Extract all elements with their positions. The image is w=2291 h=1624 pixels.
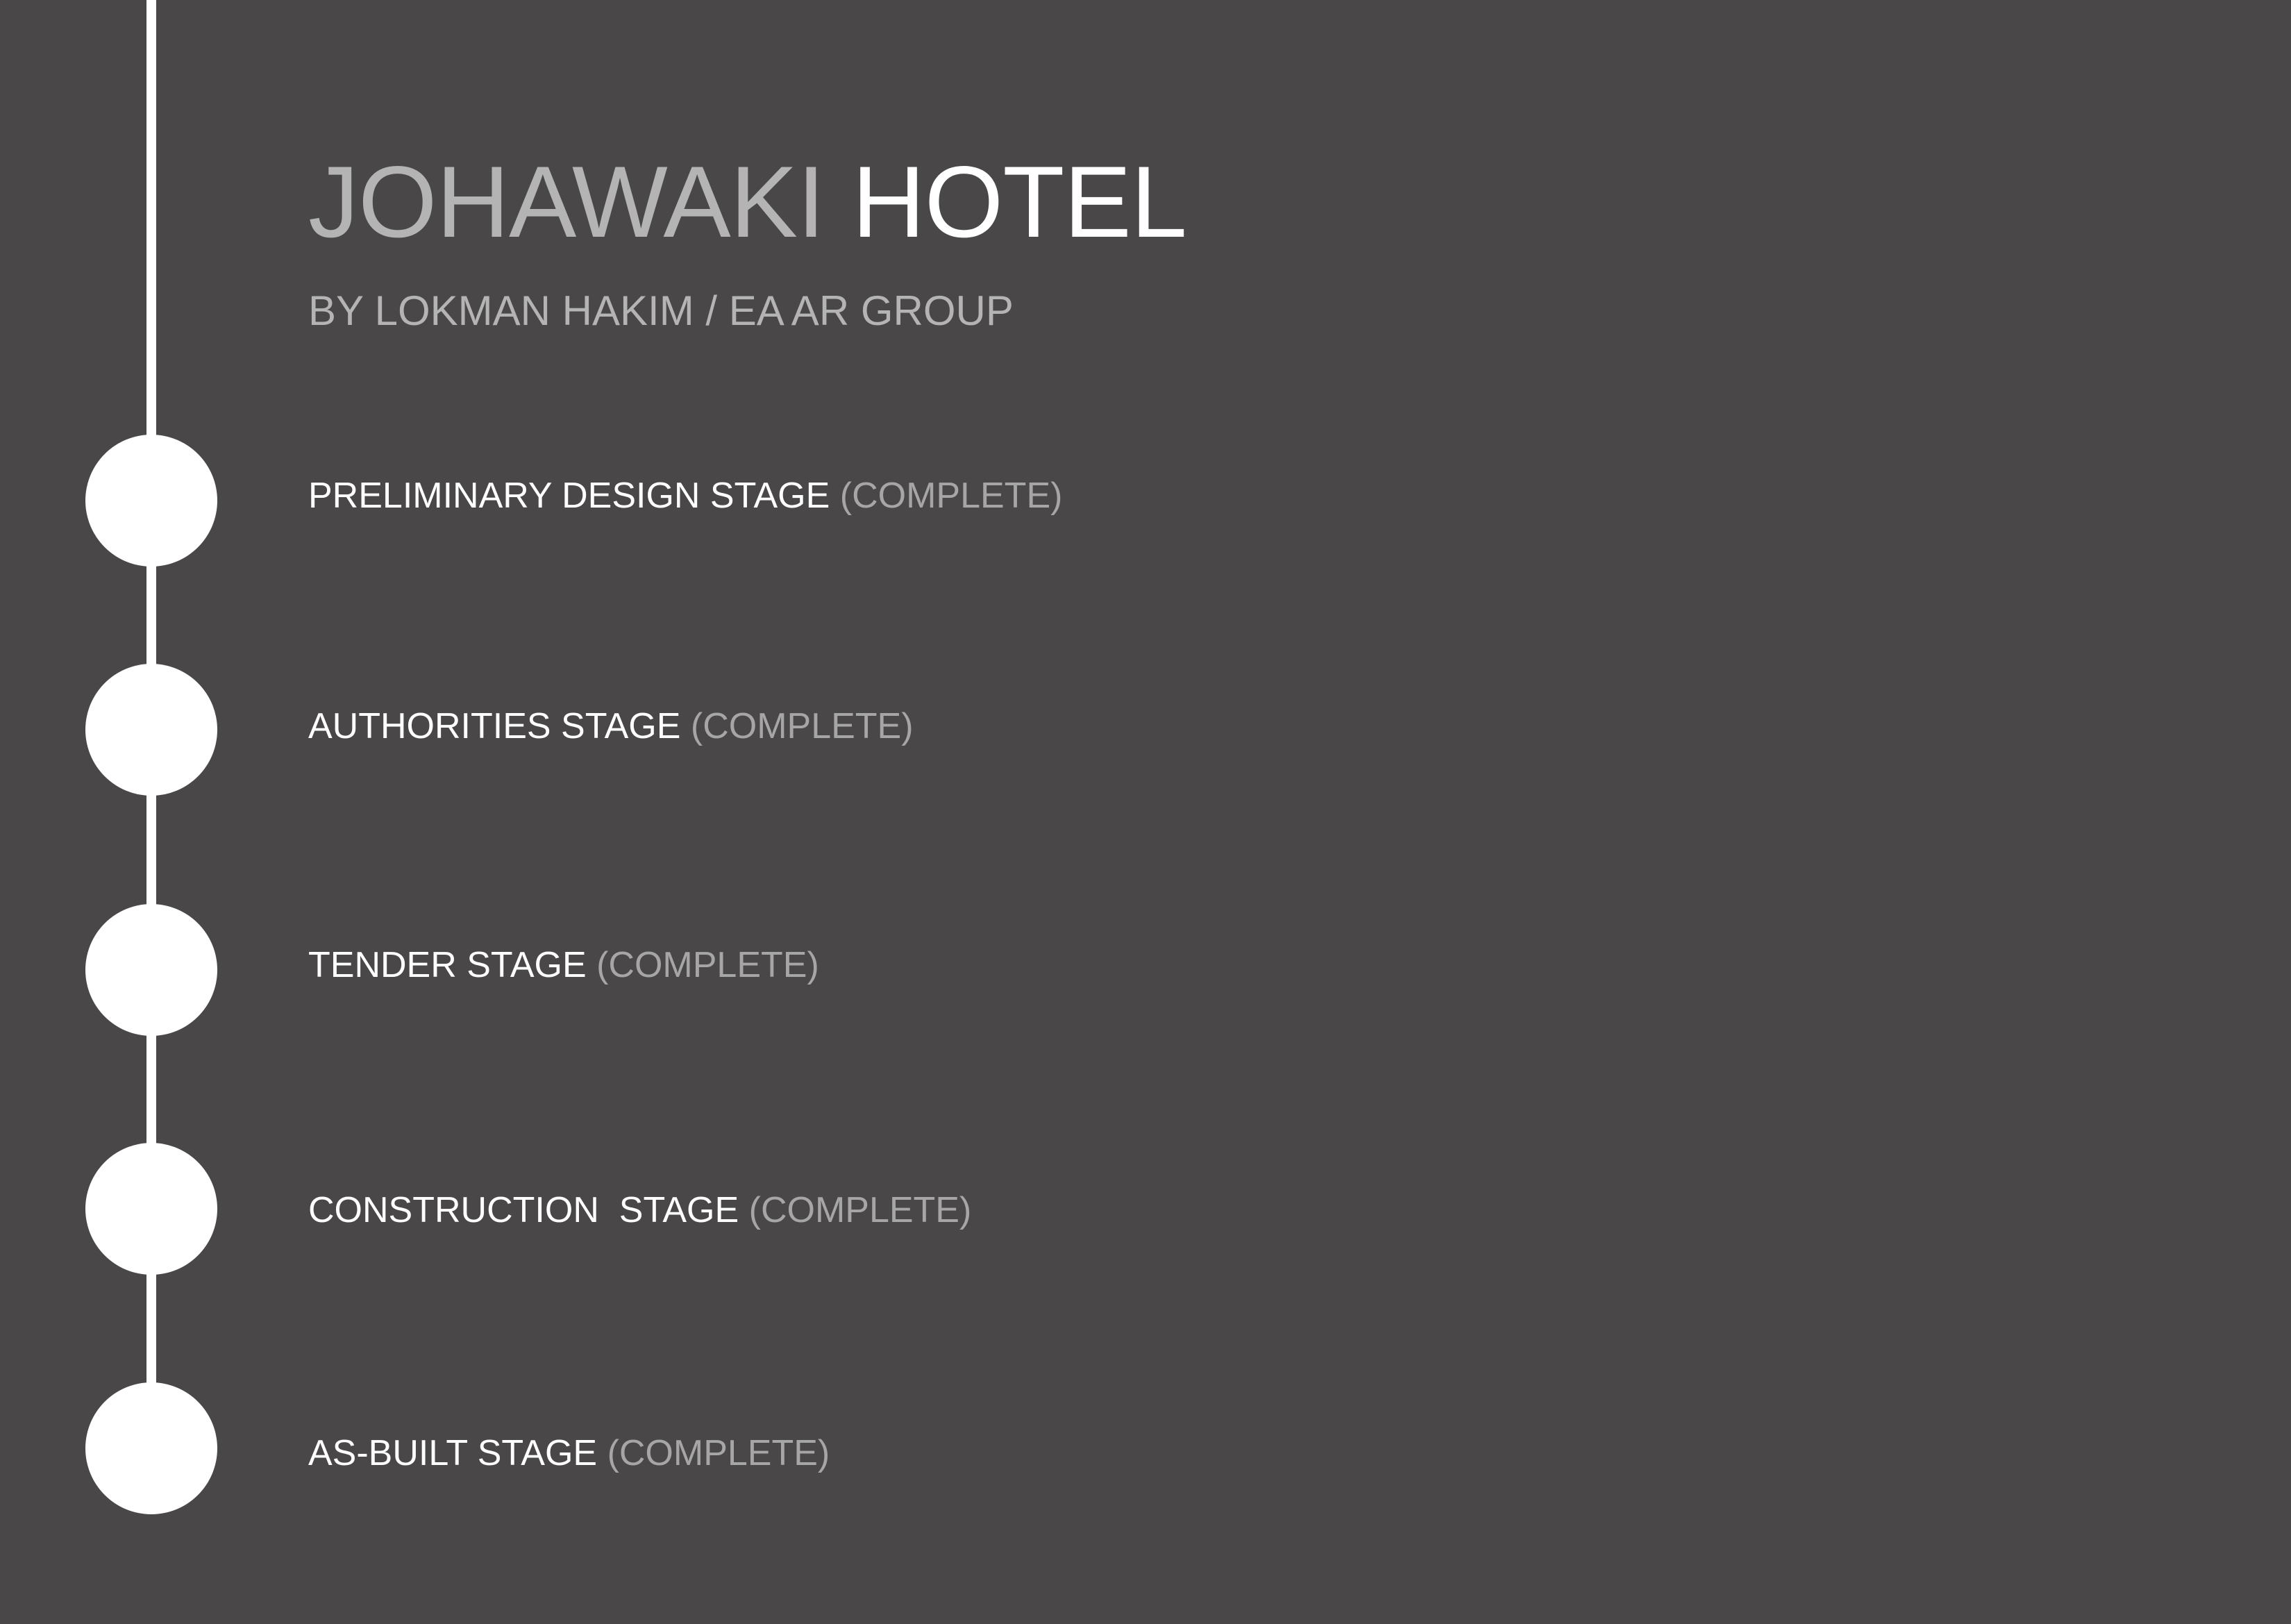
stage-label-preliminary-design: PRELIMINARY DESIGN STAGE (COMPLETE) bbox=[308, 478, 1062, 514]
stage-node-as-built bbox=[85, 1382, 217, 1514]
stage-name: TENDER STAGE bbox=[308, 945, 597, 985]
stage-node-preliminary-design bbox=[85, 435, 217, 567]
stage-label-construction: CONSTRUCTION STAGE (COMPLETE) bbox=[308, 1192, 971, 1228]
stage-name: CONSTRUCTION STAGE bbox=[308, 1190, 749, 1230]
stage-status: (COMPLETE) bbox=[748, 1190, 972, 1230]
stage-label-authorities: AUTHORITIES STAGE (COMPLETE) bbox=[308, 708, 914, 744]
stage-status: (COMPLETE) bbox=[690, 706, 914, 746]
stage-name: AS-BUILT STAGE bbox=[308, 1433, 607, 1473]
title-project-type: HOTEL bbox=[852, 145, 1187, 258]
stage-label-as-built: AS-BUILT STAGE (COMPLETE) bbox=[308, 1435, 830, 1471]
stage-name: AUTHORITIES STAGE bbox=[308, 706, 691, 746]
title-project-name: JOHAWAKI bbox=[308, 145, 853, 258]
stage-node-authorities bbox=[85, 664, 217, 796]
stage-node-tender bbox=[85, 904, 217, 1036]
stage-status: (COMPLETE) bbox=[839, 476, 1063, 516]
page-title: JOHAWAKI HOTEL bbox=[308, 151, 1187, 253]
stage-status: (COMPLETE) bbox=[607, 1433, 830, 1473]
stage-status: (COMPLETE) bbox=[596, 945, 819, 985]
stage-name: PRELIMINARY DESIGN STAGE bbox=[308, 476, 840, 516]
stage-node-construction bbox=[85, 1143, 217, 1275]
page-subtitle: BY LOKMAN HAKIM / EA AR GROUP bbox=[308, 287, 1014, 334]
stage-label-tender: TENDER STAGE (COMPLETE) bbox=[308, 947, 819, 983]
